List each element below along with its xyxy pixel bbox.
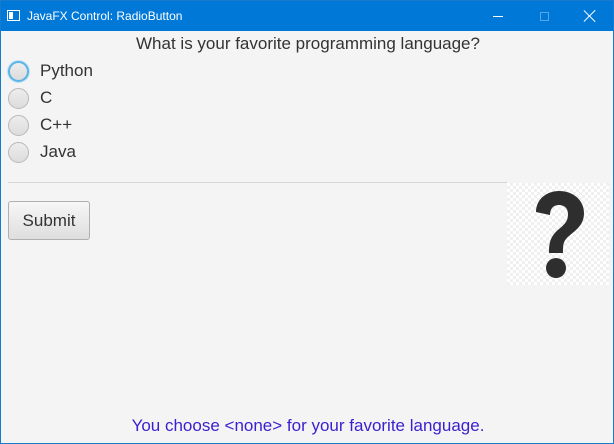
radio-label[interactable]: C [40,88,52,108]
radio-label[interactable]: Python [40,61,93,81]
app-window: JavaFX Control: RadioButton What is your… [0,0,614,444]
minimize-icon [493,15,503,17]
radio-python[interactable]: Python [8,58,208,84]
radio-circle[interactable] [8,114,29,136]
status-label: You choose <none> for your favorite lang… [131,416,485,435]
separator [8,182,507,183]
question-mark-image [507,183,609,285]
radio-java[interactable]: Java [8,139,208,165]
question-label: What is your favorite programming langua… [136,34,480,53]
radio-label[interactable]: C++ [40,115,72,135]
radio-circle[interactable] [8,141,29,163]
radio-circle[interactable] [8,60,29,82]
question-mark-icon [536,191,584,278]
radio-cpp[interactable]: C++ [8,112,208,138]
title-bar[interactable]: JavaFX Control: RadioButton [1,1,613,31]
submit-button[interactable]: Submit [8,201,90,240]
maximize-button[interactable] [521,1,567,31]
radio-c[interactable]: C [8,85,208,111]
minimize-button[interactable] [475,1,521,31]
maximize-icon [539,11,549,21]
window-title: JavaFX Control: RadioButton [27,9,183,23]
radio-circle[interactable] [8,87,29,109]
close-button[interactable] [567,1,613,31]
radio-label[interactable]: Java [40,142,76,162]
app-window-icon [7,10,20,21]
close-icon [584,10,596,22]
